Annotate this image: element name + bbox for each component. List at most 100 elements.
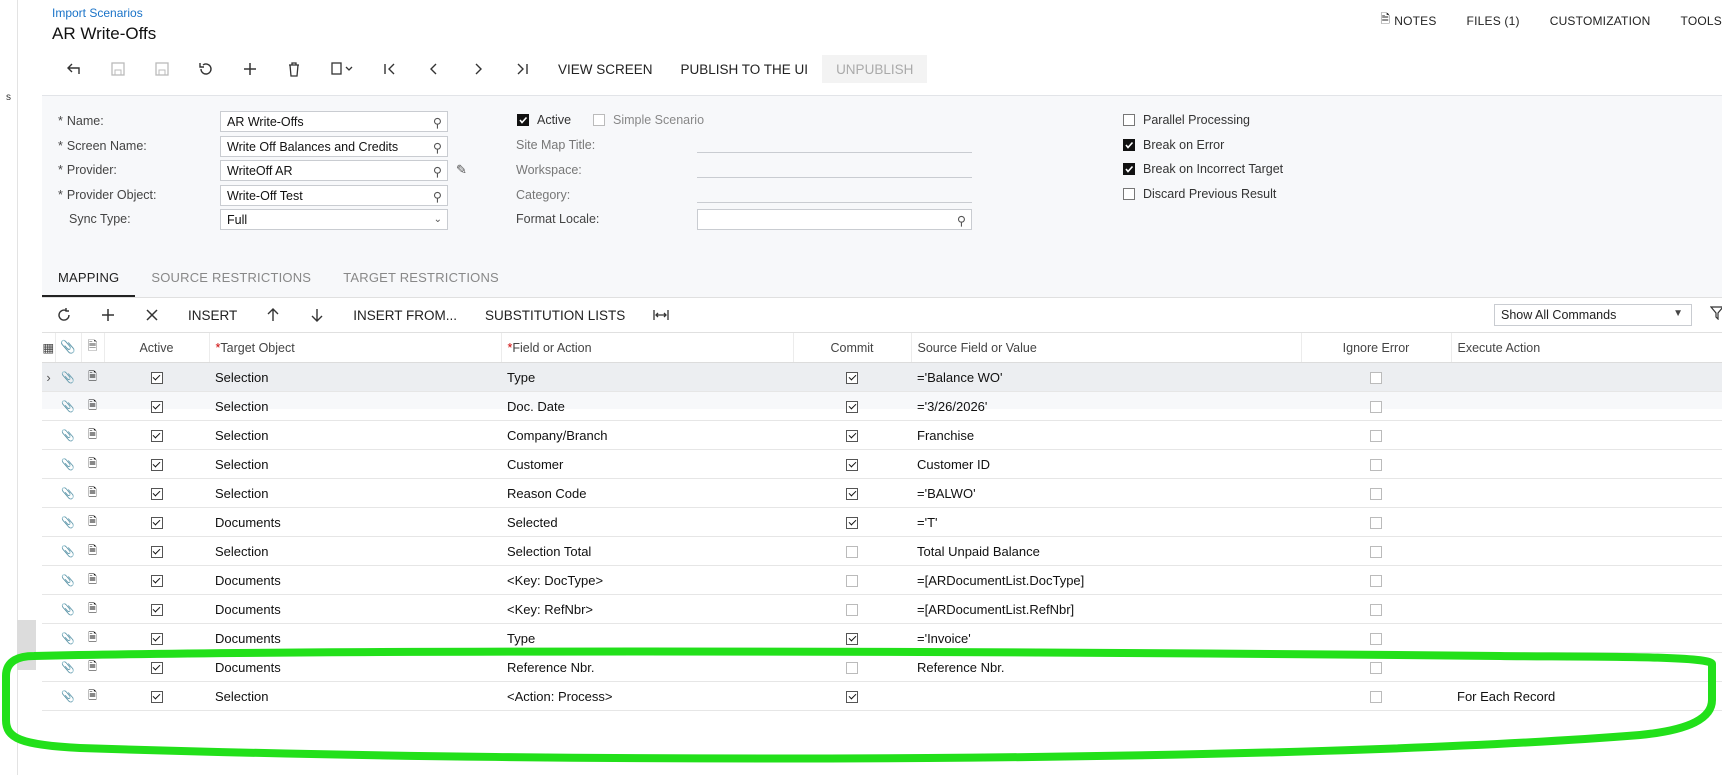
row-active-checkbox[interactable] [104,478,209,508]
table-row[interactable]: 📎 🗎 Documents <Key: RefNbr> =[ARDocumentList… [42,594,1722,624]
save-close-icon[interactable] [140,55,184,83]
row-execute-action[interactable] [1451,507,1722,537]
col-field-or-action[interactable]: *Field or Action [501,333,794,363]
refresh-icon[interactable] [42,308,86,322]
table-row[interactable]: 📎 🗎 Documents <Key: DocType> =[ARDocumentLis… [42,565,1722,595]
next-record-icon[interactable] [456,55,500,83]
delete-icon[interactable] [272,55,316,83]
attachment-icon[interactable]: 📎 [55,681,81,711]
parallel-processing-checkbox[interactable]: Parallel Processing [1123,113,1250,127]
row-selector-icon[interactable] [42,681,55,711]
note-icon[interactable]: 🗎 [81,362,104,392]
col-commit[interactable]: Commit [793,333,912,363]
row-ignore-error-checkbox[interactable] [1301,449,1451,479]
col-target-object[interactable]: *Target Object [209,333,502,363]
row-field-or-action[interactable]: Type [501,623,793,653]
row-selector-icon[interactable] [42,478,55,508]
category-field[interactable] [697,184,972,203]
row-commit-checkbox[interactable] [793,449,911,479]
attachment-icon[interactable]: 📎 [55,652,81,682]
row-commit-checkbox[interactable] [793,652,911,682]
insert-from-button[interactable]: INSERT FROM... [339,308,471,323]
copy-paste-icon[interactable] [316,55,368,83]
note-icon[interactable]: 🗎 [81,565,104,595]
last-record-icon[interactable] [500,55,544,83]
attachment-icon[interactable]: 📎 [55,449,81,479]
first-record-icon[interactable] [368,55,412,83]
row-ignore-error-checkbox[interactable] [1301,478,1451,508]
row-field-or-action[interactable]: <Key: RefNbr> [501,594,793,624]
tab-target-restrictions[interactable]: TARGET RESTRICTIONS [327,262,515,298]
row-ignore-error-checkbox[interactable] [1301,565,1451,595]
row-target-object[interactable]: Documents [209,594,501,624]
row-selector-icon[interactable] [42,652,55,682]
row-field-or-action[interactable]: Type [501,362,793,392]
undo-icon[interactable] [184,55,228,83]
tab-source-restrictions[interactable]: SOURCE RESTRICTIONS [135,262,327,298]
discard-previous-result-checkbox[interactable]: Discard Previous Result [1123,187,1276,201]
row-field-or-action[interactable]: Reason Code [501,478,793,508]
back-icon[interactable] [52,55,96,83]
row-active-checkbox[interactable] [104,594,209,624]
attachment-icon[interactable]: 📎 [55,507,81,537]
row-execute-action[interactable] [1451,594,1722,624]
notes-link[interactable]: 🗎 NOTES [1380,10,1436,31]
col-execute-action[interactable]: Execute Action [1451,333,1722,363]
workspace-field[interactable] [697,159,972,178]
row-source-field[interactable]: ='3/26/2026' [911,391,1301,421]
table-row[interactable]: 📎 🗎 Documents Reference Nbr. Reference Nbr. [42,652,1722,682]
add-icon[interactable] [228,55,272,83]
row-selector-icon[interactable] [42,391,55,421]
attachment-icon[interactable]: 📎 [55,362,81,392]
row-target-object[interactable]: Selection [209,449,501,479]
row-selector-icon[interactable] [42,565,55,595]
note-icon[interactable]: 🗎 [81,652,104,682]
row-selector-icon[interactable] [42,449,55,479]
col-ignore-error[interactable]: Ignore Error [1301,333,1452,363]
row-active-checkbox[interactable] [104,652,209,682]
insert-button[interactable]: INSERT [174,308,251,323]
break-on-incorrect-target-checkbox[interactable]: Break on Incorrect Target [1123,162,1283,176]
row-settings-icon[interactable]: ▦ [42,333,56,363]
provider-field[interactable]: WriteOff AR ⚲ [220,160,448,181]
move-down-icon[interactable] [295,308,339,322]
row-target-object[interactable]: Selection [209,391,501,421]
unpublish-button[interactable]: UNPUBLISH [822,55,928,83]
row-ignore-error-checkbox[interactable] [1301,623,1451,653]
row-active-checkbox[interactable] [104,681,209,711]
row-field-or-action[interactable]: <Action: Process> [501,681,793,711]
breadcrumb[interactable]: Import Scenarios [52,6,143,20]
active-checkbox[interactable]: Active [517,113,571,127]
attachment-icon[interactable]: 📎 [55,565,81,595]
row-execute-action[interactable] [1451,623,1722,653]
row-source-field[interactable]: ='Balance WO' [911,362,1301,392]
search-icon[interactable]: ⚲ [433,164,442,179]
row-active-checkbox[interactable] [104,565,209,595]
row-execute-action[interactable] [1451,391,1722,421]
attachment-icon[interactable]: 📎 [55,478,81,508]
break-on-error-checkbox[interactable]: Break on Error [1123,138,1224,152]
row-source-field[interactable]: Total Unpaid Balance [911,536,1301,566]
row-source-field[interactable]: ='Invoice' [911,623,1301,653]
view-screen-button[interactable]: VIEW SCREEN [544,55,667,83]
row-field-or-action[interactable]: <Key: DocType> [501,565,793,595]
row-source-field[interactable]: ='T' [911,507,1301,537]
collapse-glyph-icon[interactable]: s [6,92,11,103]
col-active[interactable]: Active [104,333,210,363]
row-execute-action[interactable] [1451,478,1722,508]
commands-filter-select[interactable]: Show All Commands ▼ [1494,304,1692,326]
row-selector-icon[interactable] [42,507,55,537]
row-ignore-error-checkbox[interactable] [1301,536,1451,566]
row-field-or-action[interactable]: Customer [501,449,793,479]
row-selector-icon[interactable] [42,594,55,624]
table-row[interactable]: 📎 🗎 Documents Selected ='T' [42,507,1722,537]
row-target-object[interactable]: Documents [209,565,501,595]
note-icon[interactable]: 🗎 [81,449,104,479]
row-target-object[interactable]: Selection [209,681,501,711]
row-active-checkbox[interactable] [104,623,209,653]
note-icon[interactable]: 🗎 [81,681,104,711]
search-icon[interactable]: ⚲ [433,140,442,155]
row-execute-action[interactable] [1451,449,1722,479]
row-commit-checkbox[interactable] [793,391,911,421]
table-row[interactable]: 📎 🗎 Selection Selection Total Total Unpaid B… [42,536,1722,566]
